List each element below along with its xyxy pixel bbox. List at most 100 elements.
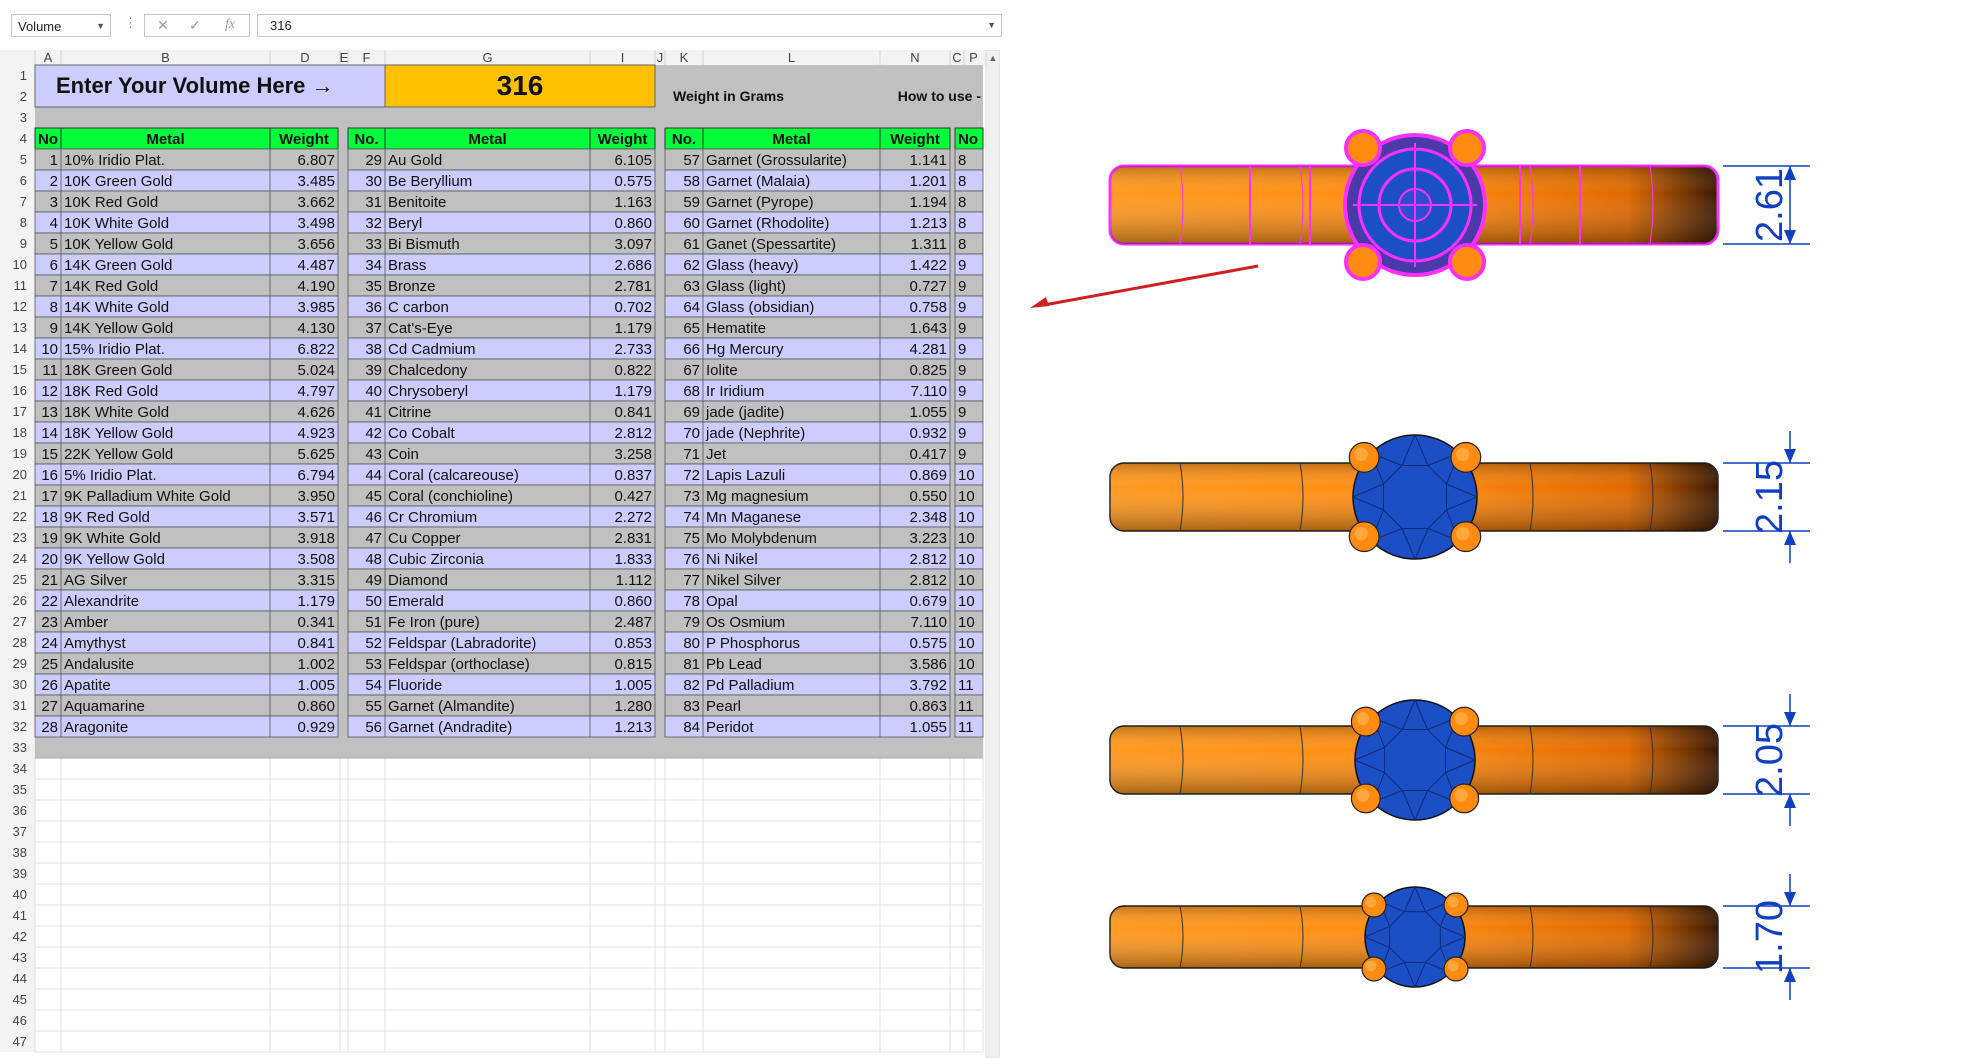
cell-number[interactable]: 78 (683, 593, 700, 610)
cell-weight[interactable]: 0.825 (909, 362, 947, 379)
row-header-27[interactable]: 27 (13, 614, 27, 629)
cell-number[interactable]: 10 (958, 467, 975, 484)
cell-weight[interactable]: 0.863 (909, 698, 947, 715)
cell-number[interactable]: 5 (50, 236, 58, 253)
cell-metal[interactable]: 15% Iridio Plat. (64, 341, 165, 358)
cell-number[interactable]: 41 (365, 404, 382, 421)
cell-number[interactable]: 54 (365, 677, 382, 694)
row-header-16[interactable]: 16 (13, 383, 27, 398)
cell-metal[interactable]: Garnet (Malaia) (706, 173, 810, 190)
cell-metal[interactable]: Nikel Silver (706, 572, 781, 589)
cell-weight[interactable]: 4.626 (297, 404, 335, 421)
cell-weight[interactable]: 3.223 (909, 530, 947, 547)
column-header-E[interactable]: E (340, 50, 349, 65)
cell-metal[interactable]: Cr Chromium (388, 509, 477, 526)
cell-number[interactable]: 7 (50, 278, 58, 295)
cell-number[interactable]: 62 (683, 257, 700, 274)
cell-number[interactable]: 9 (958, 404, 966, 421)
cell-metal[interactable]: Feldspar (orthoclase) (388, 656, 530, 673)
cell-number[interactable]: 11 (958, 719, 974, 736)
row-header-19[interactable]: 19 (13, 446, 27, 461)
cell-number[interactable]: 8 (958, 173, 966, 190)
cell-number[interactable]: 66 (683, 341, 700, 358)
cell-weight[interactable]: 4.923 (297, 425, 335, 442)
cell-metal[interactable]: 10K White Gold (64, 215, 169, 232)
row-header-11[interactable]: 11 (14, 278, 28, 293)
cell-number[interactable]: 82 (683, 677, 700, 694)
row-header-3[interactable]: 3 (20, 110, 27, 125)
worksheet-grid[interactable]: A B D E F G I J K L N C P ▲12345678910111213141516171… (0, 49, 1001, 1058)
cell-weight[interactable]: 0.822 (614, 362, 652, 379)
cell-metal[interactable]: Cubic Zirconia (388, 551, 485, 568)
column-header-A[interactable]: A (44, 50, 53, 65)
cell-weight[interactable]: 1.833 (614, 551, 652, 568)
cell-number[interactable]: 9 (958, 446, 966, 463)
cell-weight[interactable]: 0.575 (909, 635, 947, 652)
cell-number[interactable]: 50 (365, 593, 382, 610)
cell-number[interactable]: 9 (958, 257, 966, 274)
cell-number[interactable]: 9 (958, 278, 966, 295)
row-header-13[interactable]: 13 (13, 320, 27, 335)
cell-number[interactable]: 2 (50, 173, 58, 190)
cell-number[interactable]: 16 (41, 467, 58, 484)
cell-metal[interactable]: Cd Cadmium (388, 341, 476, 358)
cell-number[interactable]: 29 (365, 152, 382, 169)
cell-weight[interactable]: 2.812 (909, 551, 947, 568)
cell-weight[interactable]: 0.702 (614, 299, 652, 316)
cell-metal[interactable]: Andalusite (64, 656, 134, 673)
row-header-38[interactable]: 38 (13, 845, 27, 860)
cell-metal[interactable]: Mg magnesium (706, 488, 809, 505)
cell-metal[interactable]: Coral (conchioline) (388, 488, 513, 505)
cell-number[interactable]: 11 (42, 362, 58, 379)
cell-metal[interactable]: C carbon (388, 299, 449, 316)
row-header-12[interactable]: 12 (13, 299, 27, 314)
cell-metal[interactable]: 10K Red Gold (64, 194, 158, 211)
cell-number[interactable]: 73 (683, 488, 700, 505)
cell-weight[interactable]: 1.422 (909, 257, 947, 274)
cell-number[interactable]: 21 (41, 572, 58, 589)
expand-formula-icon[interactable]: ▼ (987, 15, 996, 36)
cell-weight[interactable]: 2.348 (909, 509, 947, 526)
cell-metal[interactable]: Bi Bismuth (388, 236, 460, 253)
column-header-F[interactable]: F (363, 50, 371, 65)
row-header-34[interactable]: 34 (13, 761, 27, 776)
column-header-L[interactable]: L (788, 50, 795, 65)
cell-number[interactable]: 15 (41, 446, 58, 463)
row-header-29[interactable]: 29 (13, 656, 27, 671)
column-header-C[interactable]: C (952, 50, 961, 65)
cell-number[interactable]: 71 (683, 446, 700, 463)
row-header-5[interactable]: 5 (20, 152, 27, 167)
cell-number[interactable]: 11 (958, 698, 974, 715)
cell-metal[interactable]: Fluoride (388, 677, 442, 694)
cell-weight[interactable]: 3.097 (614, 236, 652, 253)
column-header-I[interactable]: I (621, 50, 625, 65)
row-header-39[interactable]: 39 (13, 866, 27, 881)
cell-metal[interactable]: Coin (388, 446, 419, 463)
cell-weight[interactable]: 0.679 (909, 593, 947, 610)
scroll-up-icon[interactable]: ▲ (989, 53, 998, 63)
cell-metal[interactable]: Benitoite (388, 194, 446, 211)
cell-metal[interactable]: 18K White Gold (64, 404, 169, 421)
cell-weight[interactable]: 0.550 (909, 488, 947, 505)
cell-weight[interactable]: 7.110 (911, 383, 947, 400)
cell-metal[interactable]: 14K Red Gold (64, 278, 158, 295)
cell-weight[interactable]: 6.807 (297, 152, 335, 169)
cell-metal[interactable]: Brass (388, 257, 426, 274)
cell-weight[interactable]: 2.831 (614, 530, 652, 547)
cell-weight[interactable]: 3.498 (297, 215, 335, 232)
cell-number[interactable]: 31 (365, 194, 382, 211)
cell-metal[interactable]: Chrysoberyl (388, 383, 468, 400)
cell-number[interactable]: 67 (683, 362, 700, 379)
cell-metal[interactable]: Hematite (706, 320, 766, 337)
cell-number[interactable]: 8 (958, 194, 966, 211)
row-header-4[interactable]: 4 (20, 131, 27, 146)
cell-metal[interactable]: Citrine (388, 404, 431, 421)
cell-weight[interactable]: 1.179 (614, 383, 652, 400)
cell-weight[interactable]: 4.130 (297, 320, 335, 337)
cell-metal[interactable]: Hg Mercury (706, 341, 784, 358)
cell-number[interactable]: 19 (41, 530, 58, 547)
cell-weight[interactable]: 3.950 (297, 488, 335, 505)
cell-metal[interactable]: Ir Iridium (706, 383, 764, 400)
cell-metal[interactable]: Chalcedony (388, 362, 468, 379)
cell-number[interactable]: 6 (50, 257, 58, 274)
